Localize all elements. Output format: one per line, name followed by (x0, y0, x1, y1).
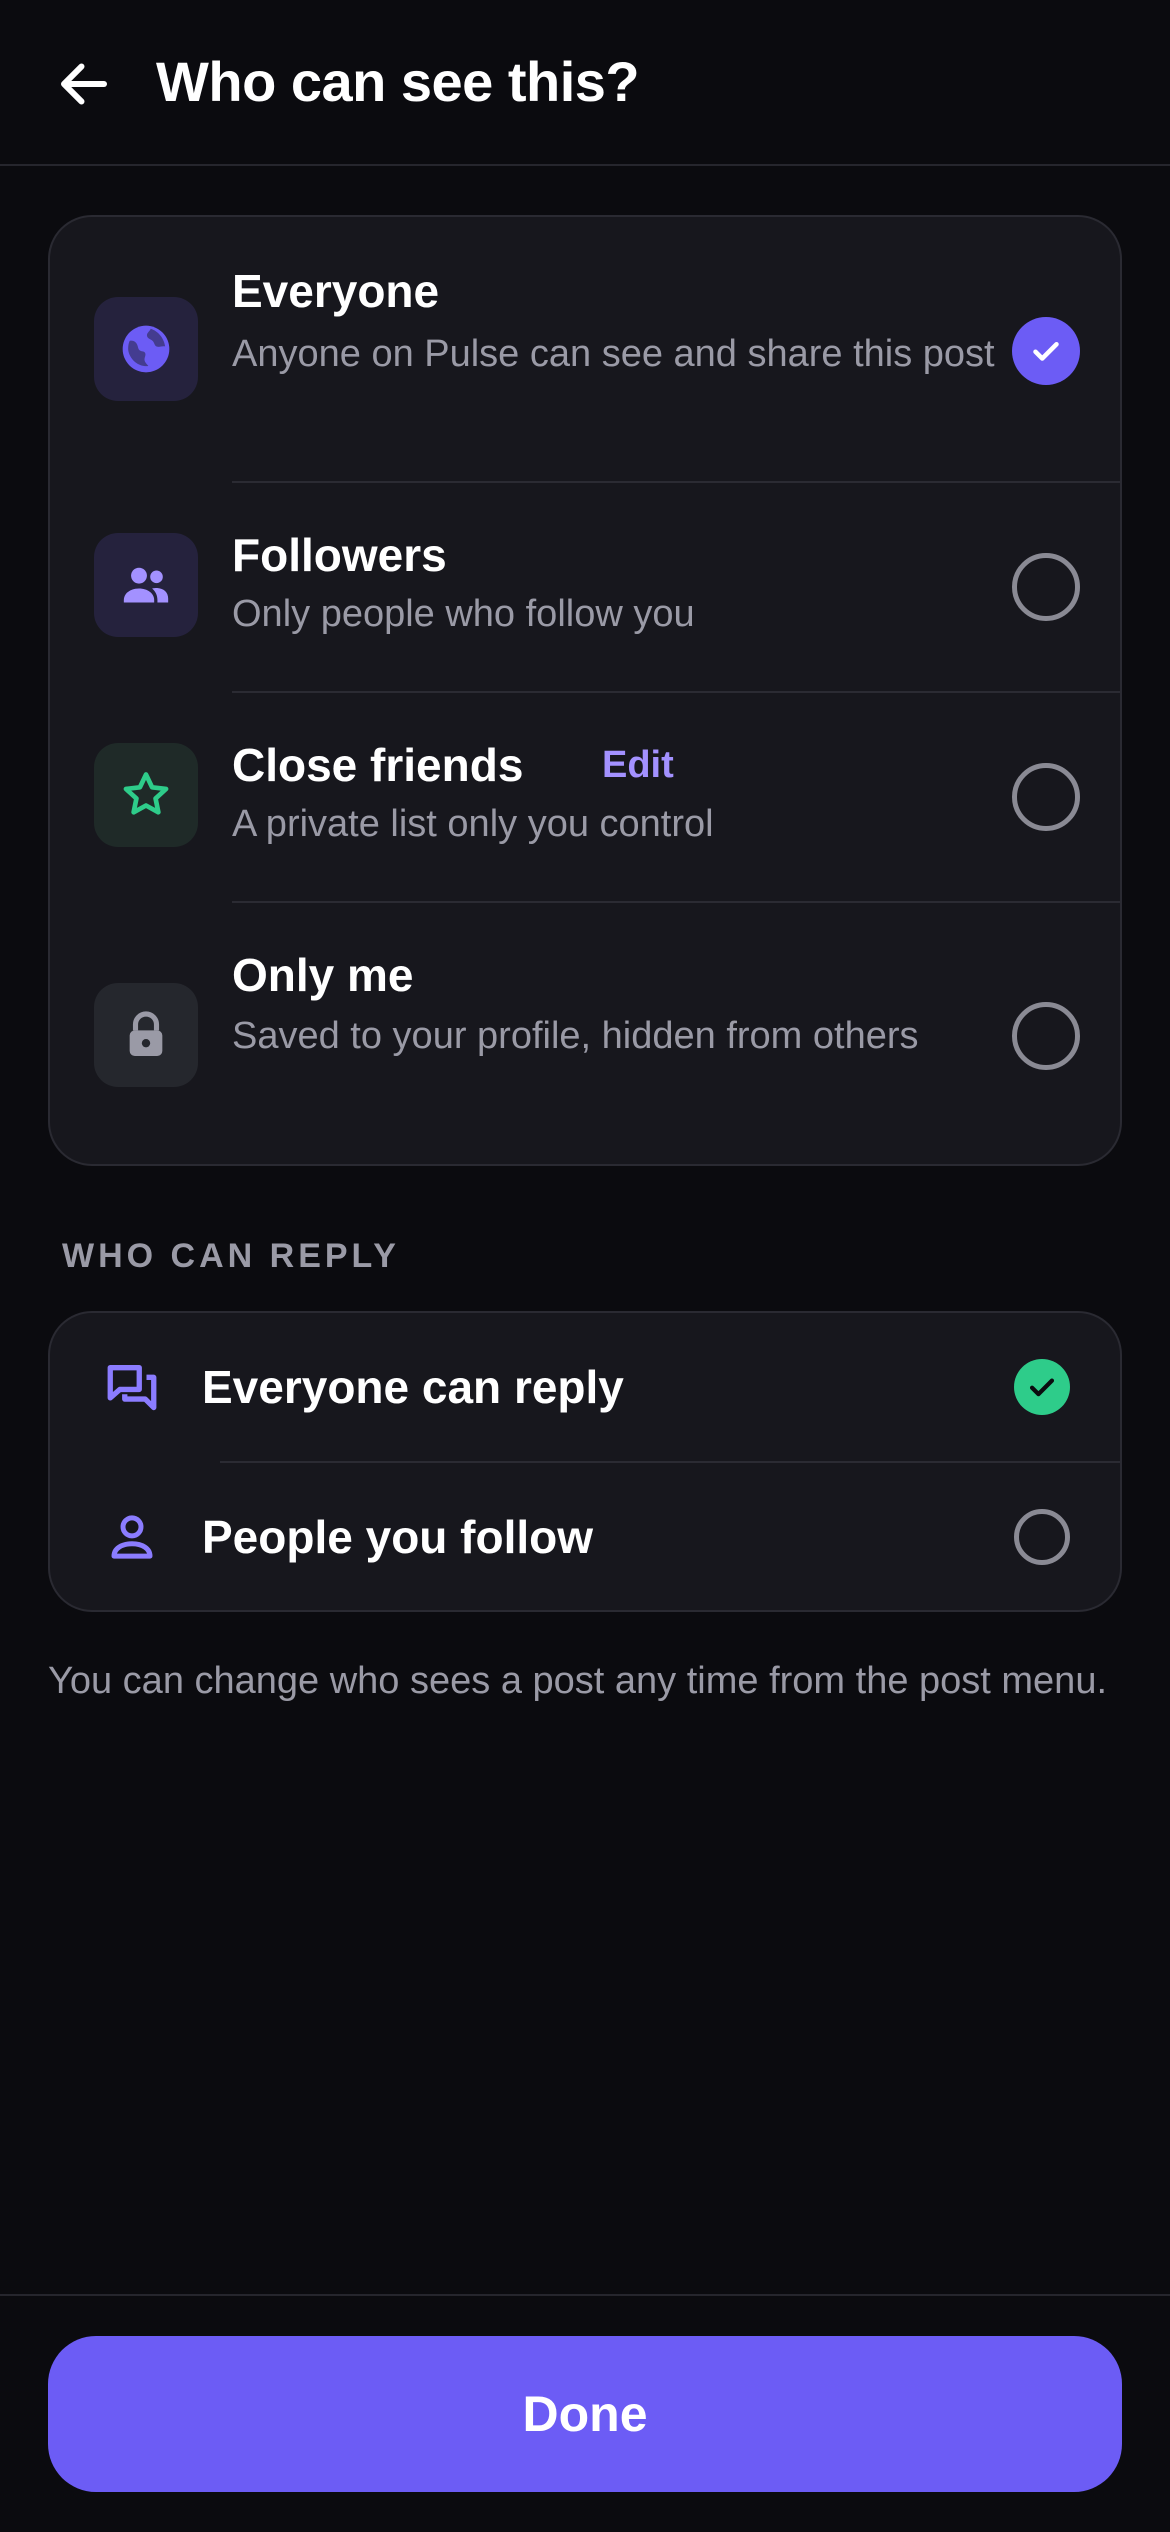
header: Who can see this? (0, 0, 1170, 166)
radio-checked[interactable] (1014, 1359, 1070, 1415)
radio-unchecked[interactable] (1014, 1509, 1070, 1565)
star-icon (94, 743, 198, 847)
option-followers[interactable]: Followers Only people who follow you (50, 483, 1120, 691)
option-only-me[interactable]: Only me Saved to your profile, hidden fr… (50, 903, 1120, 1164)
option-title: Close friends (232, 739, 524, 791)
done-button[interactable]: Done (48, 2336, 1122, 2492)
lock-icon (94, 983, 198, 1087)
check-icon (1029, 1378, 1055, 1397)
option-title: Only me (232, 949, 414, 1001)
person-icon (102, 1507, 162, 1567)
reply-option-everyone[interactable]: Everyone can reply (50, 1313, 1120, 1461)
option-description: Saved to your profile, hidden from other… (232, 1015, 919, 1057)
radio-unchecked[interactable] (1012, 1002, 1080, 1070)
globe-icon (94, 297, 198, 401)
option-description: A private list only you control (232, 803, 714, 845)
visibility-screen: Who can see this? Everyone Anyone on Pul… (0, 0, 1170, 2532)
arrow-left-icon (61, 63, 107, 105)
edit-close-friends-link[interactable]: Edit (602, 737, 674, 793)
bottom-bar: Done (0, 2294, 1170, 2532)
visibility-options-card: Everyone Anyone on Pulse can see and sha… (48, 215, 1122, 1166)
radio-checked[interactable] (1012, 317, 1080, 385)
section-label-reply: WHO CAN REPLY (62, 1237, 400, 1275)
option-close-friends[interactable]: Close friends Edit A private list only y… (50, 693, 1120, 901)
option-everyone[interactable]: Everyone Anyone on Pulse can see and sha… (50, 217, 1120, 481)
option-description: Anyone on Pulse can see and share this p… (232, 333, 995, 375)
people-icon (94, 533, 198, 637)
footnote: You can change who sees a post any time … (48, 1660, 1108, 1702)
chat-bubbles-icon (102, 1357, 162, 1417)
option-title: Everyone (232, 265, 440, 317)
option-title: Followers (232, 529, 447, 581)
reply-option-label: Everyone can reply (202, 1361, 624, 1413)
reply-option-people-you-follow[interactable]: People you follow (50, 1463, 1120, 1610)
radio-unchecked[interactable] (1012, 553, 1080, 621)
radio-unchecked[interactable] (1012, 763, 1080, 831)
back-button[interactable] (48, 48, 120, 120)
option-description: Only people who follow you (232, 593, 695, 635)
reply-options-card: Everyone can reply People you follow (48, 1311, 1122, 1612)
check-icon (1033, 342, 1059, 361)
page-title: Who can see this? (156, 50, 640, 113)
reply-option-label: People you follow (202, 1511, 594, 1563)
